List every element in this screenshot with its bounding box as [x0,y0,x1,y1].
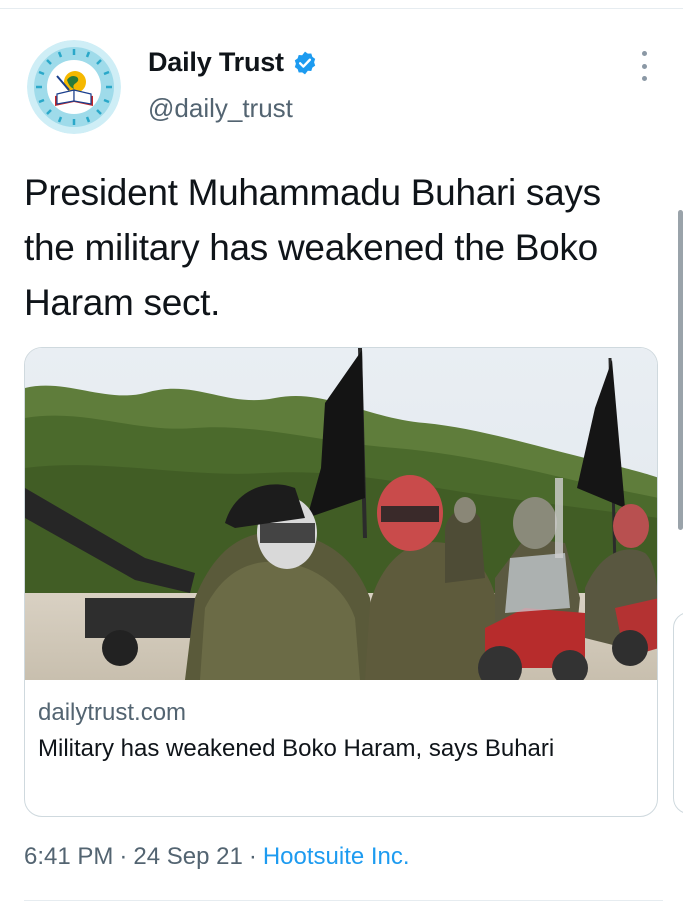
more-options-button[interactable] [632,51,656,81]
side-panel-edge [673,612,683,814]
tweet-source-link[interactable]: Hootsuite Inc. [263,843,410,871]
more-dot-icon [641,76,647,81]
tweet: Daily Trust @daily_trust President Muham… [0,9,683,918]
meta-separator: · [248,843,257,870]
more-dot-icon [641,63,647,69]
avatar[interactable] [27,40,121,134]
link-card-domain: dailytrust.com [38,699,187,726]
tweet-time[interactable]: 6:41 PM [24,843,113,871]
meta-separator: · [119,843,128,870]
author-display-name[interactable]: Daily Trust [148,47,284,78]
author-name-row[interactable]: Daily Trust [148,47,318,78]
author-handle[interactable]: @daily_trust [148,93,293,124]
verified-badge-icon [294,51,316,74]
link-card-image[interactable] [25,348,658,680]
tweet-date[interactable]: 24 Sep 21 [133,843,242,871]
link-card-title: Military has weakened Boko Haram, says B… [38,735,555,762]
link-card-info[interactable]: dailytrust.com Military has weakened Bok… [38,696,638,767]
link-card[interactable]: dailytrust.com Military has weakened Bok… [24,347,658,817]
tweet-text: President Muhammadu Buhari says the mili… [24,172,601,323]
daily-trust-logo-icon [27,40,121,134]
tweet-meta: 6:41 PM · 24 Sep 21 · Hootsuite Inc. [24,843,410,871]
scrollbar[interactable] [678,210,683,530]
more-dot-icon [641,51,647,56]
bottom-divider [24,900,663,901]
